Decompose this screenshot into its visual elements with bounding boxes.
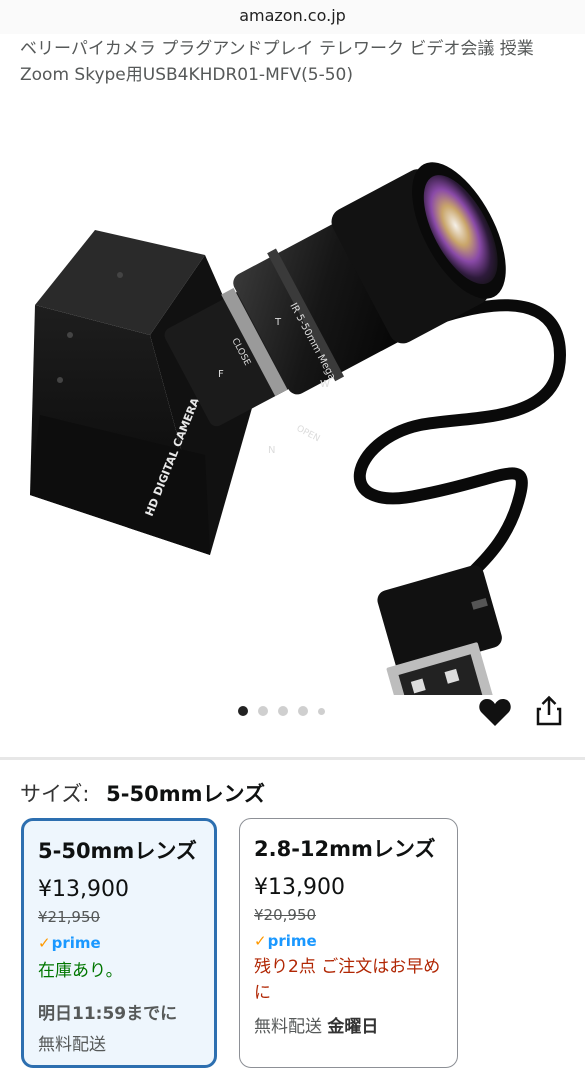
browser-url-bar[interactable]: amazon.co.jp — [0, 0, 585, 34]
prime-check-icon: ✓ — [254, 932, 267, 950]
gallery-dot-1[interactable] — [238, 706, 248, 716]
option-list-price: ¥21,950 — [38, 908, 101, 926]
lens-mark-open: OPEN — [295, 424, 322, 445]
product-title: ベリーパイカメラ プラグアンドプレイ テレワーク ビデオ会議 授業 Zoom S… — [20, 39, 534, 85]
size-option-2-8-12mm[interactable]: 2.8-12mmレンズ ¥13,900 ¥20,950 ✓ prime 残り2点… — [239, 818, 458, 1068]
option-delivery-day: 金曜日 — [327, 1017, 379, 1037]
share-icon[interactable] — [534, 695, 564, 727]
product-image-gallery[interactable]: HD DIGITAL CAMERA IR 5-50mm Mega T W CLO… — [0, 95, 585, 695]
lens-mark-t: T — [274, 317, 282, 328]
size-selected-value: 5-50mmレンズ — [106, 782, 266, 806]
gallery-pagination[interactable] — [238, 704, 325, 718]
section-divider — [0, 757, 585, 760]
option-delivery-time: 明日11:59までに — [38, 1004, 178, 1024]
gallery-dot-5[interactable] — [318, 707, 325, 715]
option-name: 2.8-12mmレンズ — [254, 837, 436, 861]
option-price: ¥13,900 — [38, 877, 129, 902]
option-name: 5-50mmレンズ — [38, 839, 197, 863]
option-delivery-note: 無料配送 — [254, 1017, 322, 1037]
product-image: HD DIGITAL CAMERA IR 5-50mm Mega T W CLO… — [30, 162, 567, 695]
option-stock-status: 在庫あり。 — [38, 961, 123, 981]
size-option-5-50mm[interactable]: 5-50mmレンズ ¥13,900 ¥21,950 ✓ prime 在庫あり。 … — [21, 818, 217, 1068]
url-text: amazon.co.jp — [239, 6, 346, 25]
option-delivery: 無料配送 金曜日 — [254, 1012, 443, 1037]
option-delivery-note: 無料配送 — [38, 1035, 106, 1055]
heart-icon[interactable] — [478, 697, 512, 727]
gallery-dot-2[interactable] — [258, 706, 268, 716]
option-price: ¥13,900 — [254, 875, 345, 900]
gallery-dot-4[interactable] — [298, 706, 308, 716]
prime-label: prime — [51, 934, 101, 952]
size-selector-header: サイズ: 5-50mmレンズ — [20, 778, 265, 808]
gallery-dot-3[interactable] — [278, 706, 288, 716]
option-stock-status: 残り2点 ご注文はお早めに — [254, 957, 441, 1003]
prime-badge: ✓ prime — [38, 934, 200, 952]
prime-badge: ✓ prime — [254, 932, 443, 950]
prime-check-icon: ✓ — [38, 934, 51, 952]
lens-mark-n: N — [268, 445, 275, 456]
lens-mark-f: F — [218, 369, 224, 380]
prime-label: prime — [267, 932, 317, 950]
size-label: サイズ: — [20, 782, 90, 806]
lens-mark-w: W — [320, 379, 330, 390]
option-list-price: ¥20,950 — [254, 906, 317, 924]
